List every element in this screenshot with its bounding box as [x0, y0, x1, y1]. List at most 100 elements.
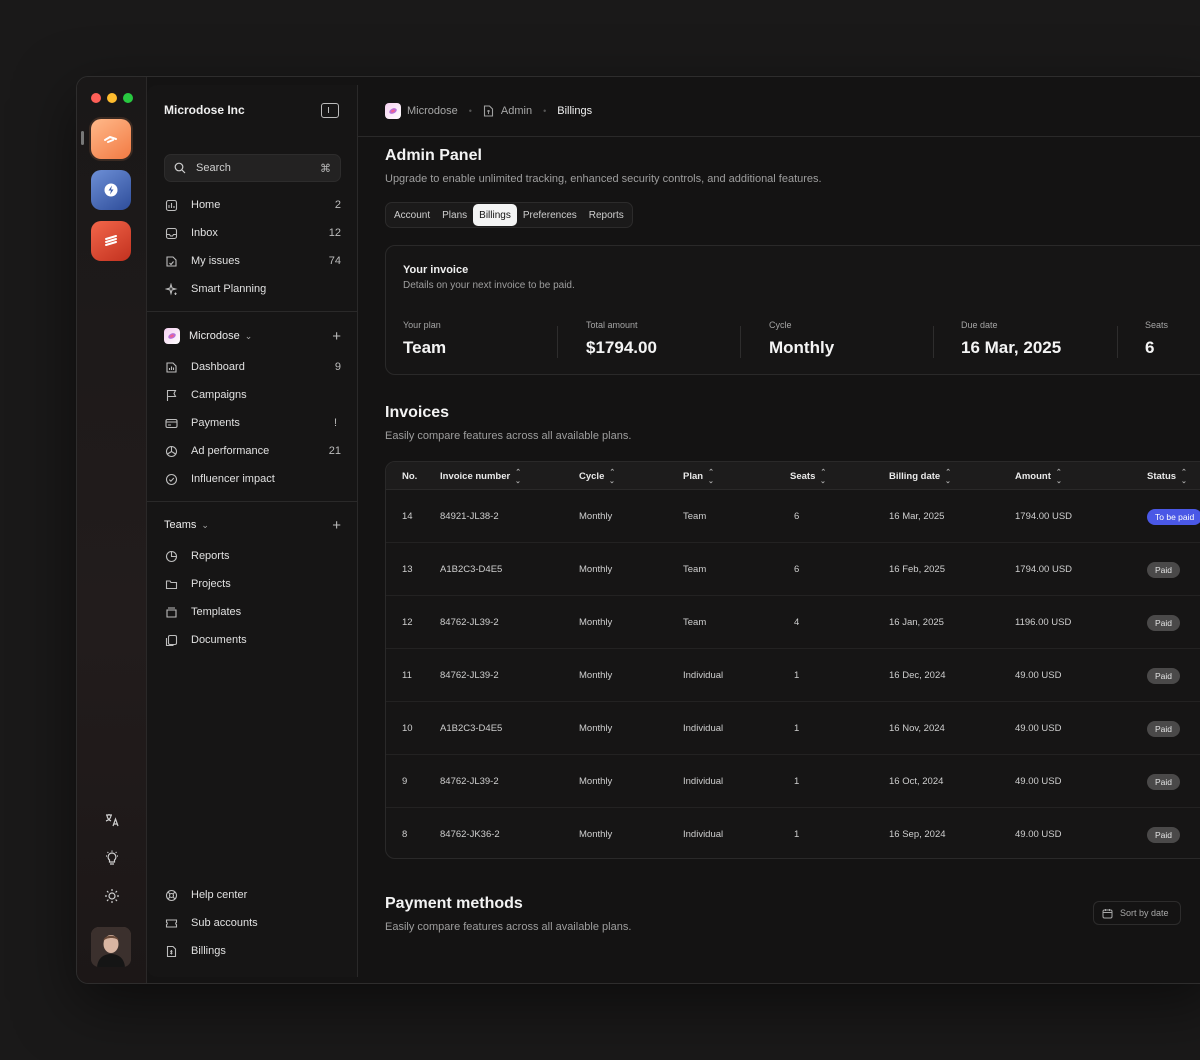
workspace-header[interactable]: Microdose ⌄ +: [164, 326, 341, 346]
breadcrumb-admin[interactable]: Admin: [483, 105, 532, 117]
sidebar-item-label: Smart Planning: [191, 283, 267, 295]
sidebar-item-label: Help center: [191, 889, 248, 901]
teams-header[interactable]: Teams ⌄ +: [164, 515, 341, 535]
header-col-seats[interactable]: Seats ⌃ ⌃: [790, 462, 826, 490]
cell-cycle: Monthly: [579, 511, 613, 522]
sidebar-item-billings[interactable]: Billings: [164, 941, 341, 961]
status-badge: Paid: [1147, 614, 1181, 631]
table-row[interactable]: 10 A1B2C3-D4E5 Monthly Individual 1 16 Nov, 2…: [386, 702, 1200, 755]
app-bolt-icon[interactable]: [91, 170, 131, 210]
sidebar-item-dashboard[interactable]: Dashboard 9: [164, 357, 341, 377]
lightbulb-icon[interactable]: [103, 849, 121, 867]
header-col-no: No.: [402, 462, 417, 490]
cell-amount: 1794.00 USD: [1015, 511, 1073, 522]
cell-no: 12: [402, 617, 413, 628]
sidebar-item-campaigns[interactable]: Campaigns: [164, 385, 341, 405]
search-input[interactable]: Search ⌘: [164, 154, 341, 182]
table-row[interactable]: 13 A1B2C3-D4E5 Monthly Team 6 16 Feb, 2025 179…: [386, 543, 1200, 596]
page-title: Admin Panel: [385, 147, 482, 164]
calendar-icon: [1102, 908, 1113, 918]
sidebar-item-count: 12: [328, 227, 341, 239]
sidebar-item-help-center[interactable]: Help center: [164, 885, 341, 905]
user-avatar[interactable]: [91, 927, 131, 967]
header-col-status[interactable]: Status ⌃ ⌃: [1147, 462, 1187, 490]
sidebar-item-label: Influencer impact: [191, 473, 275, 485]
sun-icon[interactable]: [103, 887, 121, 905]
sidebar-item-inbox[interactable]: Inbox 12: [164, 223, 341, 243]
cell-billing-date: 16 Jan, 2025: [889, 617, 944, 628]
breadcrumb-label: Billings: [557, 104, 593, 117]
tab-account[interactable]: Account: [388, 204, 436, 226]
flag-icon: [164, 388, 178, 402]
sidebar-item-home[interactable]: Home 2: [164, 195, 341, 215]
sidebar-item-sub-accounts[interactable]: Sub accounts: [164, 913, 341, 933]
sidebar-item-reports[interactable]: Reports: [164, 546, 341, 566]
status-badge: Paid: [1147, 720, 1181, 737]
org-name[interactable]: Microdose Inc: [164, 103, 245, 117]
sidebar-item-ad-performance[interactable]: Ad performance 21: [164, 441, 341, 461]
header-label: Billing date: [889, 470, 941, 482]
sidebar-item-smart-planning[interactable]: Smart Planning: [164, 279, 341, 299]
cell-status: Paid: [1147, 543, 1181, 596]
add-team-icon[interactable]: +: [332, 517, 341, 534]
sidebar-item-influencer-impact[interactable]: Influencer impact: [164, 469, 341, 489]
cell-seats: 1: [794, 776, 800, 787]
sidebar-item-projects[interactable]: Projects: [164, 574, 341, 594]
breadcrumb-microdose[interactable]: Microdose: [385, 102, 458, 119]
minimize-window-button[interactable]: [107, 93, 117, 103]
sidebar-item-my-issues[interactable]: My issues 74: [164, 251, 341, 271]
header-col-plan[interactable]: Plan ⌃ ⌃: [683, 462, 714, 490]
sidebar-item-label: Payments: [191, 417, 240, 429]
home-icon: [164, 198, 178, 212]
tab-bar: Account Plans Billings Preferences Repor…: [385, 202, 633, 228]
stat-seats: Seats 6: [1145, 320, 1168, 358]
sort-by-date-button[interactable]: Sort by date: [1093, 901, 1181, 925]
cell-billing-date: 16 Mar, 2025: [889, 511, 945, 522]
cell-no: 14: [402, 511, 413, 522]
sort-icon: ⌃ ⌃: [820, 469, 827, 483]
table-row[interactable]: 11 84762-JL39-2 Monthly Individual 1 16 Dec, …: [386, 649, 1200, 702]
tab-reports[interactable]: Reports: [583, 204, 630, 226]
sidebar-item-label: Templates: [191, 606, 242, 618]
sidebar-item-payments[interactable]: Payments !: [164, 413, 341, 433]
cell-plan: Individual: [683, 829, 724, 840]
table-row[interactable]: 12 84762-JL39-2 Monthly Team 4 16 Jan, 2025 11…: [386, 596, 1200, 649]
table-row[interactable]: 9 84762-JL39-2 Monthly Individual 1 16 Oct, 2…: [386, 755, 1200, 808]
cell-seats: 6: [794, 511, 800, 522]
tab-preferences[interactable]: Preferences: [517, 204, 583, 226]
cell-amount: 1196.00 USD: [1015, 617, 1072, 628]
translate-icon[interactable]: [103, 811, 121, 829]
maximize-window-button[interactable]: [123, 93, 133, 103]
toggle-sidebar-icon[interactable]: [321, 103, 339, 118]
header-label: Invoice number: [440, 470, 511, 482]
table-row[interactable]: 8 84762-JK36-2 Monthly Individual 1 16 Sep, 2…: [386, 808, 1200, 858]
header-col-cycle[interactable]: Cycle ⌃ ⌃: [579, 462, 615, 490]
payment-methods-title: Payment methods: [385, 895, 523, 912]
cell-plan: Individual: [683, 670, 724, 681]
table-row[interactable]: 14 84921-JL38-2 Monthly Team 6 16 Mar, 2025 17…: [386, 490, 1200, 543]
sidebar-item-label: Sub accounts: [191, 917, 258, 929]
add-workspace-item-icon[interactable]: +: [332, 328, 341, 345]
sidebar-item-count: 74: [328, 255, 341, 267]
cell-status: Paid: [1147, 702, 1181, 755]
header-col-billing-date[interactable]: Billing date ⌃ ⌃: [889, 462, 951, 490]
sidebar: Microdose Inc Search ⌘ Home 2 Inbox 12 M…: [147, 85, 358, 977]
stat-divider: [740, 326, 741, 358]
stat-value: Monthly: [769, 338, 835, 357]
tab-billings[interactable]: Billings: [473, 204, 517, 226]
breadcrumb-label: Microdose: [407, 104, 458, 117]
sidebar-item-templates[interactable]: Templates: [164, 602, 341, 622]
cell-amount: 49.00 USD: [1015, 723, 1062, 734]
close-window-button[interactable]: [91, 93, 101, 103]
app-stripes-icon[interactable]: [91, 221, 131, 261]
sidebar-item-documents[interactable]: Documents: [164, 630, 341, 650]
app-window: Microdose Inc Search ⌘ Home 2 Inbox 12 M…: [76, 76, 1200, 984]
app-microdose-icon[interactable]: [91, 119, 131, 159]
cell-invoice-number: A1B2C3-D4E5: [440, 723, 503, 734]
breadcrumb-separator: •: [468, 105, 472, 116]
tab-plans[interactable]: Plans: [436, 204, 473, 226]
cell-no: 10: [402, 723, 413, 734]
header-col-amount[interactable]: Amount ⌃ ⌃: [1015, 462, 1062, 490]
header-col-invoice-number[interactable]: Invoice number ⌃ ⌃: [440, 462, 521, 490]
breadcrumb-billings[interactable]: Billings: [557, 105, 592, 117]
